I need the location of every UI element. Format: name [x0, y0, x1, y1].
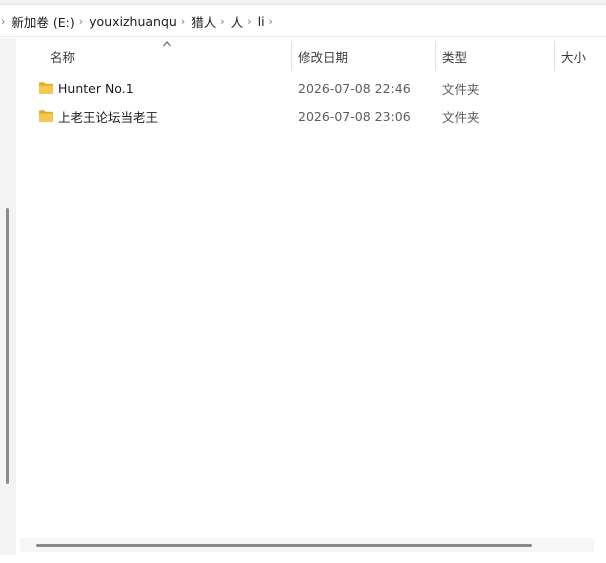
- file-list-pane: 名称 修改日期 类型 大小 Hunter No.1 2026-07-08 22:…: [16, 38, 606, 555]
- column-divider[interactable]: [435, 41, 436, 71]
- folder-icon: [39, 82, 53, 94]
- column-divider[interactable]: [291, 41, 292, 71]
- file-name[interactable]: 上老王论坛当老王: [58, 107, 158, 126]
- horizontal-scrollbar-thumb[interactable]: [36, 544, 532, 547]
- window-top-edge: [0, 0, 606, 5]
- breadcrumb-item-li[interactable]: li: [257, 11, 266, 32]
- breadcrumb: › 新加卷 (E:) › youxizhuanqu › 猎人 › 人 › li …: [0, 7, 606, 37]
- column-header-date[interactable]: 修改日期: [298, 38, 348, 74]
- navigation-pane-scrollbar[interactable]: [6, 208, 9, 484]
- breadcrumb-item-ren[interactable]: 人: [230, 9, 245, 34]
- breadcrumb-separator[interactable]: ›: [178, 15, 190, 28]
- file-name[interactable]: Hunter No.1: [58, 81, 134, 96]
- file-type: 文件夹: [442, 109, 480, 125]
- window-bottom-edge: [0, 555, 606, 563]
- navigation-pane: [0, 38, 16, 555]
- breadcrumb-item-drive[interactable]: 新加卷 (E:): [10, 9, 75, 34]
- column-divider[interactable]: [554, 41, 555, 71]
- file-date: 2026-07-08 23:06: [298, 108, 411, 124]
- file-row[interactable]: Hunter No.1 2026-07-08 22:46 文件夹: [32, 74, 606, 102]
- sort-ascending-icon: [163, 41, 171, 47]
- breadcrumb-item-lieren[interactable]: 猎人: [190, 9, 217, 34]
- folder-icon: [39, 110, 53, 122]
- breadcrumb-separator[interactable]: ›: [217, 15, 229, 28]
- column-header-type[interactable]: 类型: [442, 38, 467, 74]
- breadcrumb-separator: ›: [1, 15, 6, 28]
- breadcrumb-item-youxizhuanqu[interactable]: youxizhuanqu: [88, 11, 178, 32]
- column-header-size[interactable]: 大小: [561, 38, 586, 74]
- column-header-name[interactable]: 名称: [50, 38, 75, 74]
- horizontal-scrollbar[interactable]: [20, 538, 594, 552]
- file-date: 2026-07-08 22:46: [298, 80, 411, 96]
- column-header-row: 名称 修改日期 类型 大小: [16, 38, 606, 74]
- breadcrumb-separator[interactable]: ›: [266, 15, 278, 28]
- file-type: 文件夹: [442, 81, 480, 97]
- breadcrumb-separator[interactable]: ›: [76, 15, 88, 28]
- file-row[interactable]: 上老王论坛当老王 2026-07-08 23:06 文件夹: [32, 102, 606, 130]
- breadcrumb-separator[interactable]: ›: [244, 15, 256, 28]
